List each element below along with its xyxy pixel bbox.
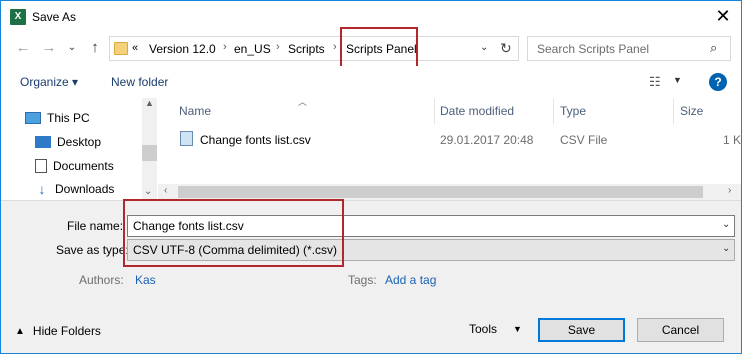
nav-item-label: Downloads (55, 182, 115, 196)
hide-folders-label: Hide Folders (32, 324, 101, 338)
scroll-right-arrow-icon[interactable]: › (728, 185, 731, 196)
organize-label: Organize (20, 75, 69, 89)
csv-file-icon (180, 131, 193, 146)
nav-item-documents[interactable]: Documents (35, 156, 114, 176)
folder-icon (114, 42, 128, 55)
view-options-icon[interactable]: ☷ (649, 74, 661, 90)
nav-pane-scrollbar[interactable]: ▲ ⌄ (142, 98, 157, 200)
save-form: File name: Change fonts list.csv ⌄ Save … (1, 200, 741, 310)
nav-item-label: Desktop (57, 135, 102, 149)
nav-item-label: This PC (47, 111, 90, 125)
tags-label: Tags: (348, 273, 377, 287)
dialog-footer: ▲ Hide Folders Tools ▼ Save Cancel (1, 310, 741, 353)
tools-button[interactable]: Tools (469, 322, 497, 336)
nav-item-this-pc[interactable]: This PC (25, 108, 90, 128)
address-bar[interactable]: « Version 12.0 › en_US › Scripts › Scrip… (109, 36, 519, 61)
breadcrumb-scripts[interactable]: Scripts (288, 42, 325, 56)
organize-button[interactable]: Organize ▾ (20, 75, 78, 89)
cancel-button[interactable]: Cancel (637, 318, 724, 342)
back-arrow-icon[interactable]: ← (15, 40, 31, 56)
breadcrumb-version[interactable]: Version 12.0 (149, 42, 216, 56)
close-button[interactable]: ✕ (706, 3, 740, 31)
save-button[interactable]: Save (538, 318, 625, 342)
scroll-up-arrow-icon[interactable]: ▲ (145, 98, 154, 108)
column-header-name[interactable]: Name (179, 104, 211, 118)
breadcrumb-separator[interactable]: › (223, 41, 227, 53)
scroll-down-chevron-icon[interactable]: ⌄ (144, 186, 152, 197)
save-type-chevron-icon[interactable]: ⌄ (722, 243, 730, 254)
scrollbar-thumb[interactable] (178, 186, 703, 198)
hide-folders-button[interactable]: ▲ Hide Folders (15, 324, 101, 338)
sort-ascending-icon: ︿ (298, 97, 308, 107)
nav-item-downloads[interactable]: ↓ Downloads (35, 179, 115, 199)
navigation-pane: This PC Desktop Documents ↓ Downloads ▲ … (1, 98, 157, 200)
nav-item-label: Documents (53, 159, 114, 173)
computer-icon (25, 112, 41, 124)
breadcrumb-en-us[interactable]: en_US (234, 42, 271, 56)
file-date: 29.01.2017 20:48 (440, 133, 534, 147)
breadcrumb-separator[interactable]: › (333, 41, 337, 53)
file-row[interactable]: Change fonts list.csv 29.01.2017 20:48 C… (158, 128, 742, 150)
search-input[interactable]: Search Scripts Panel ⌕ (527, 36, 731, 61)
add-tag-link[interactable]: Add a tag (385, 273, 436, 287)
excel-icon: X (10, 9, 26, 25)
column-divider[interactable] (553, 98, 554, 124)
scrollbar-thumb[interactable] (142, 145, 157, 161)
documents-icon (35, 159, 47, 173)
highlight-box-form (123, 199, 344, 267)
horizontal-scrollbar[interactable]: ‹ › (158, 184, 741, 200)
column-header-date-modified[interactable]: Date modified (440, 104, 514, 118)
file-type: CSV File (560, 133, 608, 147)
column-header-type[interactable]: Type (560, 104, 586, 118)
search-icon[interactable]: ⌕ (710, 40, 717, 56)
new-folder-button[interactable]: New folder (111, 75, 168, 89)
caret-up-icon: ▲ (15, 325, 25, 337)
column-divider[interactable] (434, 98, 435, 124)
save-type-label: Save as type: (56, 243, 129, 257)
column-header-size[interactable]: Size (680, 104, 703, 118)
file-name-label: File name: (67, 219, 124, 233)
view-dropdown-chevron-icon[interactable]: ▼ (673, 75, 682, 85)
file-name-dropdown-chevron-icon[interactable]: ⌄ (722, 219, 730, 230)
dialog-title: Save As (32, 10, 77, 24)
recent-locations-chevron-icon[interactable]: ⌄ (64, 40, 80, 56)
address-dropdown-chevron-icon[interactable]: ⌄ (480, 42, 488, 53)
breadcrumb-overflow[interactable]: « (132, 42, 138, 54)
up-arrow-icon[interactable]: ↑ (87, 40, 103, 56)
refresh-icon[interactable]: ↻ (500, 40, 512, 57)
column-divider[interactable] (673, 98, 674, 124)
highlight-box-breadcrumb (340, 27, 418, 69)
desktop-icon (35, 136, 51, 148)
tools-dropdown-icon[interactable]: ▼ (513, 324, 522, 334)
save-as-dialog: X Save As ✕ ← → ⌄ ↑ « Version 12.0 › en_… (0, 0, 742, 354)
download-arrow-icon: ↓ (38, 181, 46, 197)
file-name: Change fonts list.csv (200, 133, 311, 147)
nav-item-desktop[interactable]: Desktop (35, 132, 101, 152)
authors-label: Authors: (79, 273, 124, 287)
forward-arrow-icon[interactable]: → (41, 40, 57, 56)
help-button[interactable]: ? (709, 73, 727, 91)
command-bar: Organize ▾ New folder ☷ ▼ ? (1, 66, 741, 98)
file-size: 1 KB (723, 133, 742, 147)
file-list: ︿ Name Date modified Type Size Change fo… (158, 97, 742, 200)
breadcrumb-separator[interactable]: › (276, 41, 280, 53)
search-placeholder: Search Scripts Panel (537, 42, 650, 56)
authors-value[interactable]: Kas (135, 273, 156, 287)
scroll-left-arrow-icon[interactable]: ‹ (164, 185, 167, 196)
